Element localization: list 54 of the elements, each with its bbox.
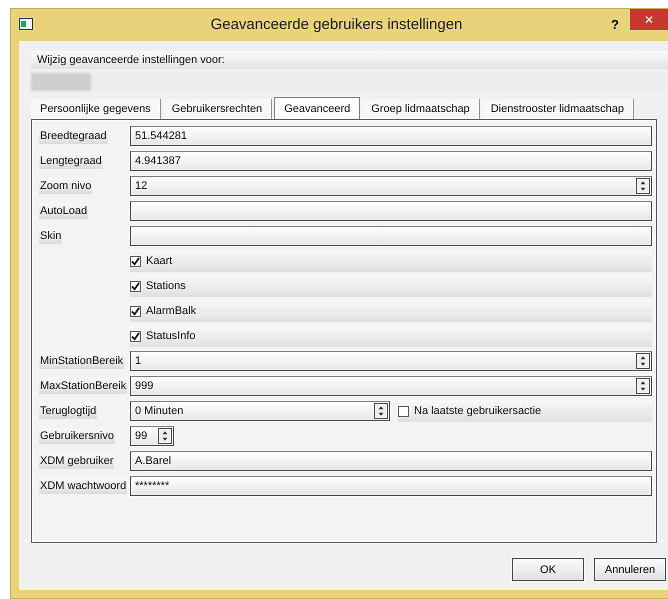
checkbox-label: StatusInfo <box>146 330 196 342</box>
tab[interactable]: Geavanceerd <box>274 97 360 119</box>
checkbox-row[interactable]: Stations <box>130 275 652 297</box>
spin-field[interactable]: 1 <box>130 351 652 371</box>
spin-field[interactable]: 12 <box>130 176 652 196</box>
checkbox[interactable] <box>398 406 409 416</box>
spin-field[interactable]: 99 <box>130 426 174 446</box>
checkbox[interactable] <box>130 280 141 292</box>
spin-field[interactable]: 0 Minuten <box>130 401 390 421</box>
field-label: Lengtegraad <box>39 153 103 169</box>
spin-field[interactable]: 999 <box>130 376 652 396</box>
field-label: AutoLoad <box>39 203 88 219</box>
checkbox-label: AlarmBalk <box>146 305 196 317</box>
field-label: XDM gebruiker <box>39 453 114 469</box>
spin-buttons[interactable] <box>374 403 388 419</box>
input-field[interactable] <box>130 201 652 221</box>
input-field[interactable]: A.Barel <box>130 451 652 471</box>
input-field[interactable]: 51.544281 <box>130 126 652 146</box>
spin-buttons[interactable] <box>636 178 650 194</box>
checkbox-label: Kaart <box>146 255 172 267</box>
input-field[interactable] <box>130 226 652 246</box>
checkbox-label: Na laatste gebruikersactie <box>414 405 542 417</box>
spin-buttons[interactable] <box>636 353 650 369</box>
field-label: Teruglogtijd <box>39 403 98 419</box>
field-label: Breedtegraad <box>39 128 108 144</box>
field-label: MinStationBereik <box>39 353 124 369</box>
dialog-button[interactable]: OK <box>512 558 584 581</box>
checkbox[interactable] <box>130 306 141 316</box>
checkbox-row[interactable]: AlarmBalk <box>130 300 652 322</box>
checkbox[interactable] <box>130 256 141 266</box>
tab[interactable]: Dienstrooster lidmaatschap <box>482 99 634 119</box>
field-label: Zoom nivo <box>39 178 92 194</box>
field-label: MaxStationBereik <box>39 378 128 394</box>
tab[interactable]: Gebruikersrechten <box>162 99 272 119</box>
close-button[interactable]: ✕ <box>630 9 668 30</box>
checkbox-row[interactable]: Kaart <box>130 250 652 272</box>
spin-buttons[interactable] <box>158 428 172 444</box>
help-button[interactable]: ? <box>600 16 630 32</box>
checkbox[interactable] <box>130 330 141 342</box>
input-field[interactable]: ******** <box>130 476 652 496</box>
checkbox-label: Stations <box>146 280 186 292</box>
field-label: Skin <box>39 228 62 244</box>
window-title: Geavanceerde gebruikers instellingen <box>210 16 464 32</box>
tab[interactable]: Groep lidmaatschap <box>362 99 480 119</box>
checkbox-row[interactable]: Na laatste gebruikersactie <box>398 400 652 422</box>
dialog-button[interactable]: Annuleren <box>594 558 666 581</box>
header-label: Wijzig geavanceerde instellingen voor: <box>31 51 668 69</box>
tab[interactable]: Persoonlijke gegevens <box>31 99 161 119</box>
field-label: XDM wachtwoord <box>39 478 128 494</box>
checkbox-row[interactable]: StatusInfo <box>130 325 652 347</box>
input-field[interactable]: 4.941387 <box>130 151 652 171</box>
field-label: Gebruikersnivo <box>39 428 115 444</box>
spin-buttons[interactable] <box>636 378 650 394</box>
window-icon <box>19 18 33 30</box>
